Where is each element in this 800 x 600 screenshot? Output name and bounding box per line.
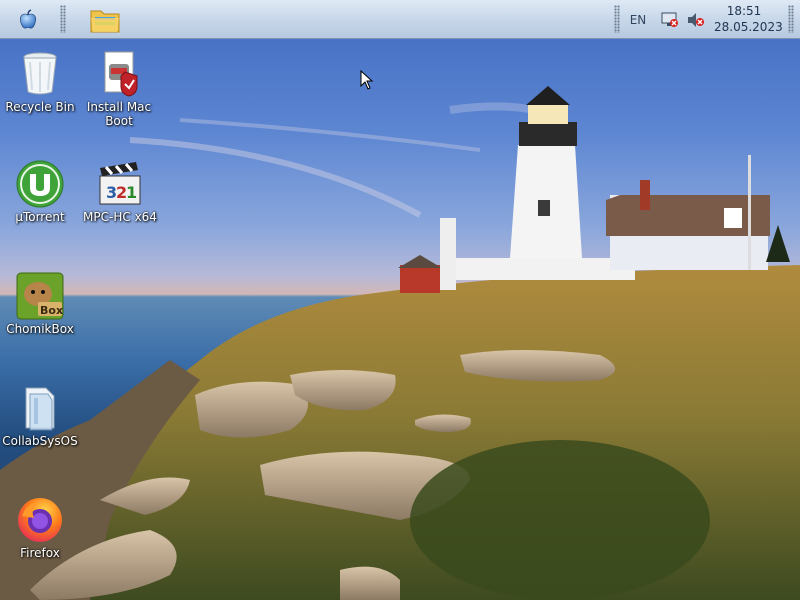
taskbar-grip[interactable] <box>788 5 794 33</box>
taskbar-grip[interactable] <box>614 5 620 33</box>
svg-text:Box: Box <box>40 304 63 317</box>
desktop-icon-label: Install Mac Boot <box>86 100 152 128</box>
desktop-icon-label: CollabSysOS <box>2 434 78 448</box>
utorrent-icon <box>16 160 64 208</box>
desktop-wallpaper[interactable]: Recycle Bin Install Mac Boot µTorrent 3 … <box>0 0 800 600</box>
installer-shield-icon <box>95 50 143 98</box>
clock-date: 28.05.2023 <box>714 20 783 34</box>
folder-document-icon <box>16 384 64 432</box>
language-label: EN <box>629 12 647 27</box>
firefox-icon <box>16 496 64 544</box>
desktop-icon-recycle-bin[interactable]: Recycle Bin <box>0 50 80 114</box>
folder-icon <box>90 10 120 32</box>
desktop-icon-label: Recycle Bin <box>5 100 75 114</box>
network-disconnected-icon <box>661 12 678 27</box>
desktop-icon-collabsysos[interactable]: CollabSysOS <box>0 384 80 448</box>
desktop-icon-label: Firefox <box>20 546 60 560</box>
desktop-icon-label: ChomikBox <box>6 322 74 336</box>
svg-text:1: 1 <box>126 183 137 202</box>
desktop-icon-utorrent[interactable]: µTorrent <box>0 160 80 224</box>
mouse-pointer-icon <box>360 70 374 90</box>
taskbar-clock[interactable]: 18:51 28.05.2023 <box>714 3 783 35</box>
chomikbox-hamster-icon: Box <box>16 272 64 320</box>
taskbar[interactable]: EN 18:51 28.05.2023 <box>0 0 800 39</box>
network-tray-button[interactable] <box>658 0 682 39</box>
desktop-icon-chomikbox[interactable]: Box ChomikBox <box>0 272 80 336</box>
desktop-icon-label: µTorrent <box>15 210 65 224</box>
language-indicator[interactable]: EN <box>626 0 650 39</box>
mpc-hc-clapperboard-icon: 3 2 1 <box>96 160 144 208</box>
recycle-bin-icon <box>16 50 64 98</box>
apple-logo-icon <box>19 8 37 28</box>
taskbar-file-explorer-button[interactable] <box>86 0 124 39</box>
volume-tray-button[interactable] <box>684 0 708 39</box>
desktop-icon-firefox[interactable]: Firefox <box>0 496 80 560</box>
desktop-icon-mpc-hc[interactable]: 3 2 1 MPC-HC x64 <box>80 160 160 224</box>
clock-time: 18:51 <box>726 4 762 18</box>
taskbar-grip[interactable] <box>60 5 66 33</box>
desktop-icon-label: MPC-HC x64 <box>83 210 157 224</box>
desktop-icon-install-mac-boot[interactable]: Install Mac Boot <box>79 50 159 128</box>
apple-menu-button[interactable] <box>12 0 44 39</box>
volume-muted-icon <box>688 12 704 27</box>
